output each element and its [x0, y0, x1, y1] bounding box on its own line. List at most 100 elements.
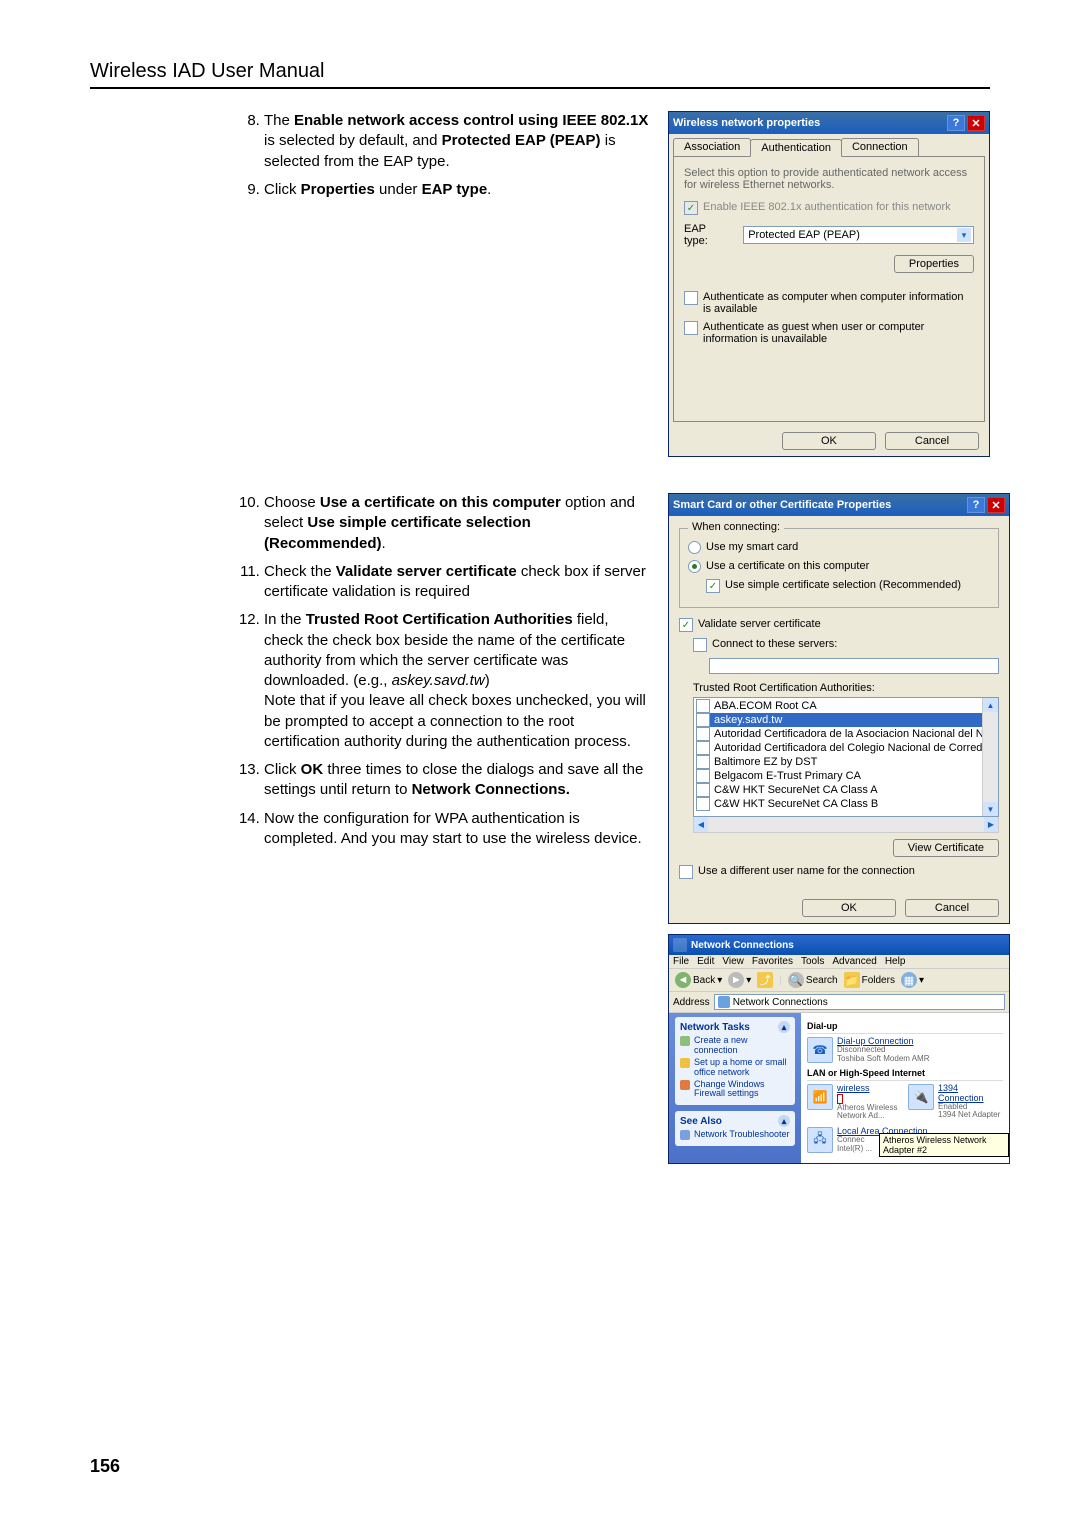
trca-item-checkbox[interactable]: [696, 741, 710, 755]
conn-device: Toshiba Soft Modem AMR: [837, 1055, 929, 1063]
tab-connection[interactable]: Connection: [841, 138, 919, 156]
trca-item-checkbox[interactable]: [696, 769, 710, 783]
trca-item-checkbox[interactable]: [696, 755, 710, 769]
scroll-up-icon[interactable]: ▲: [983, 698, 998, 712]
scroll-down-icon[interactable]: ▼: [983, 802, 998, 816]
use-certificate-radio[interactable]: [688, 560, 701, 573]
close-icon[interactable]: ✕: [967, 115, 985, 131]
task-icon: [680, 1058, 690, 1068]
trca-item-label: Autoridad Certificadora del Colegio Naci…: [714, 742, 996, 754]
scroll-right-icon[interactable]: ▶: [984, 817, 998, 832]
back-button[interactable]: ◄Back ▾: [675, 972, 722, 988]
group-dialup: Dial-up: [807, 1019, 1003, 1034]
vertical-scrollbar[interactable]: ▲ ▼: [982, 698, 998, 816]
see-also-card: See Also▴ Network Troubleshooter: [675, 1111, 795, 1146]
search-button[interactable]: 🔍Search: [788, 972, 838, 988]
conn-device: Atheros Wireless Network Ad...: [837, 1104, 902, 1121]
dialog1-cancel-button[interactable]: Cancel: [885, 432, 979, 450]
connection-1394[interactable]: 🔌 1394 Connection Enabled 1394 Net Adapt…: [908, 1084, 1003, 1121]
explorer-titlebar: Network Connections: [669, 935, 1009, 955]
collapse-icon[interactable]: ▴: [778, 1115, 790, 1127]
up-button[interactable]: ⤴: [757, 972, 773, 988]
eap-type-label: EAP type:: [684, 223, 731, 247]
task-icon: [680, 1036, 690, 1046]
address-bar: Address Network Connections: [669, 992, 1009, 1013]
menu-favorites[interactable]: Favorites: [752, 956, 793, 967]
trca-item-checkbox[interactable]: [696, 797, 710, 811]
dialog2-ok-button[interactable]: OK: [802, 899, 896, 917]
trca-item-label: Autoridad Certificadora de la Asociacion…: [714, 728, 996, 740]
menu-view[interactable]: View: [722, 956, 744, 967]
dialog2-cancel-button[interactable]: Cancel: [905, 899, 999, 917]
trca-item-label: C&W HKT SecureNet CA Class B: [714, 798, 878, 810]
trca-item-label: Belgacom E-Trust Primary CA: [714, 770, 861, 782]
close-icon[interactable]: ✕: [987, 497, 1005, 513]
trca-label: Trusted Root Certification Authorities:: [693, 682, 999, 694]
wireless-network-properties-dialog: Wireless network properties ? ✕ Associat…: [668, 111, 990, 457]
view-certificate-button[interactable]: View Certificate: [893, 839, 999, 857]
trca-item-label: C&W HKT SecureNet CA Class A: [714, 784, 878, 796]
address-label: Address: [673, 997, 710, 1008]
trca-item-checkbox[interactable]: [696, 699, 710, 713]
dialog2-title: Smart Card or other Certificate Properti…: [673, 499, 891, 511]
auth-as-guest-checkbox[interactable]: [684, 321, 698, 335]
tab-association[interactable]: Association: [673, 138, 751, 156]
connection-wireless[interactable]: 📶 wireless Atheros Wireless Network Ad..…: [807, 1084, 902, 1121]
menu-tools[interactable]: Tools: [801, 956, 824, 967]
different-user-checkbox[interactable]: [679, 865, 693, 879]
simple-selection-checkbox[interactable]: [706, 579, 720, 593]
network-tasks-card: Network Tasks ▴ Create a new connection S…: [675, 1017, 795, 1105]
trusted-root-listbox[interactable]: ABA.ECOM Root CA askey.savd.tw Autoridad…: [693, 697, 999, 817]
dialog1-buttons: OK Cancel: [669, 426, 989, 456]
back-arrow-icon: ◄: [675, 972, 691, 988]
network-tasks-title: Network Tasks: [680, 1022, 750, 1033]
collapse-icon[interactable]: ▴: [778, 1021, 790, 1033]
network-connections-window: Network Connections File Edit View Favor…: [668, 934, 1010, 1164]
address-input[interactable]: Network Connections: [714, 994, 1005, 1010]
scroll-left-icon[interactable]: ◀: [694, 817, 708, 832]
conn-device: 1394 Net Adapter: [938, 1111, 1003, 1119]
connect-servers-checkbox[interactable]: [693, 638, 707, 652]
trca-item-checkbox[interactable]: [696, 783, 710, 797]
folders-button[interactable]: 📁Folders: [844, 972, 895, 988]
trca-item-label: askey.savd.tw: [714, 714, 782, 726]
help-icon[interactable]: ?: [947, 115, 965, 131]
menu-file[interactable]: File: [673, 956, 689, 967]
eap-type-select[interactable]: Protected EAP (PEAP) ▾: [743, 226, 974, 244]
step-14: Now the configuration for WPA authentica…: [264, 809, 650, 850]
horizontal-scrollbar[interactable]: ◀ ▶: [693, 817, 999, 833]
connect-servers-input[interactable]: [709, 658, 999, 674]
steps-list-2: Choose Use a certificate on this compute…: [230, 493, 650, 849]
enable-8021x-checkbox[interactable]: [684, 201, 698, 215]
seealso-troubleshooter[interactable]: Network Troubleshooter: [680, 1130, 790, 1140]
trca-item-label: Baltimore EZ by DST: [714, 756, 817, 768]
task-setup-network[interactable]: Set up a home or small office network: [680, 1058, 790, 1078]
when-connecting-legend: When connecting:: [688, 521, 784, 533]
menu-advanced[interactable]: Advanced: [832, 956, 876, 967]
dialog1-titlebar: Wireless network properties ? ✕: [669, 112, 989, 134]
properties-button[interactable]: Properties: [894, 255, 974, 273]
wireless-icon: 📶: [807, 1084, 833, 1110]
task-firewall[interactable]: Change Windows Firewall settings: [680, 1080, 790, 1100]
trca-item-checkbox[interactable]: [696, 713, 710, 727]
views-button[interactable]: ▦▾: [901, 972, 924, 988]
step-12: In the Trusted Root Certification Author…: [264, 610, 650, 752]
use-smart-card-radio[interactable]: [688, 541, 701, 554]
trca-item-checkbox[interactable]: [696, 727, 710, 741]
help-icon[interactable]: ?: [967, 497, 985, 513]
tab-authentication[interactable]: Authentication: [750, 139, 842, 157]
step-10: Choose Use a certificate on this compute…: [264, 493, 650, 554]
auth-as-computer-checkbox[interactable]: [684, 291, 698, 305]
connection-dialup[interactable]: ☎ Dial-up Connection Disconnected Toshib…: [807, 1037, 1003, 1063]
validate-server-label: Validate server certificate: [698, 618, 821, 630]
dialog1-ok-button[interactable]: OK: [782, 432, 876, 450]
step-13: Click OK three times to close the dialog…: [264, 760, 650, 801]
task-create-connection[interactable]: Create a new connection: [680, 1036, 790, 1056]
menu-edit[interactable]: Edit: [697, 956, 714, 967]
forward-arrow-icon: ►: [728, 972, 744, 988]
menu-help[interactable]: Help: [885, 956, 906, 967]
explorer-menubar: File Edit View Favorites Tools Advanced …: [669, 955, 1009, 969]
section-row-1: The Enable network access control using …: [90, 111, 990, 467]
validate-server-checkbox[interactable]: [679, 618, 693, 632]
forward-button[interactable]: ► ▾: [728, 972, 751, 988]
